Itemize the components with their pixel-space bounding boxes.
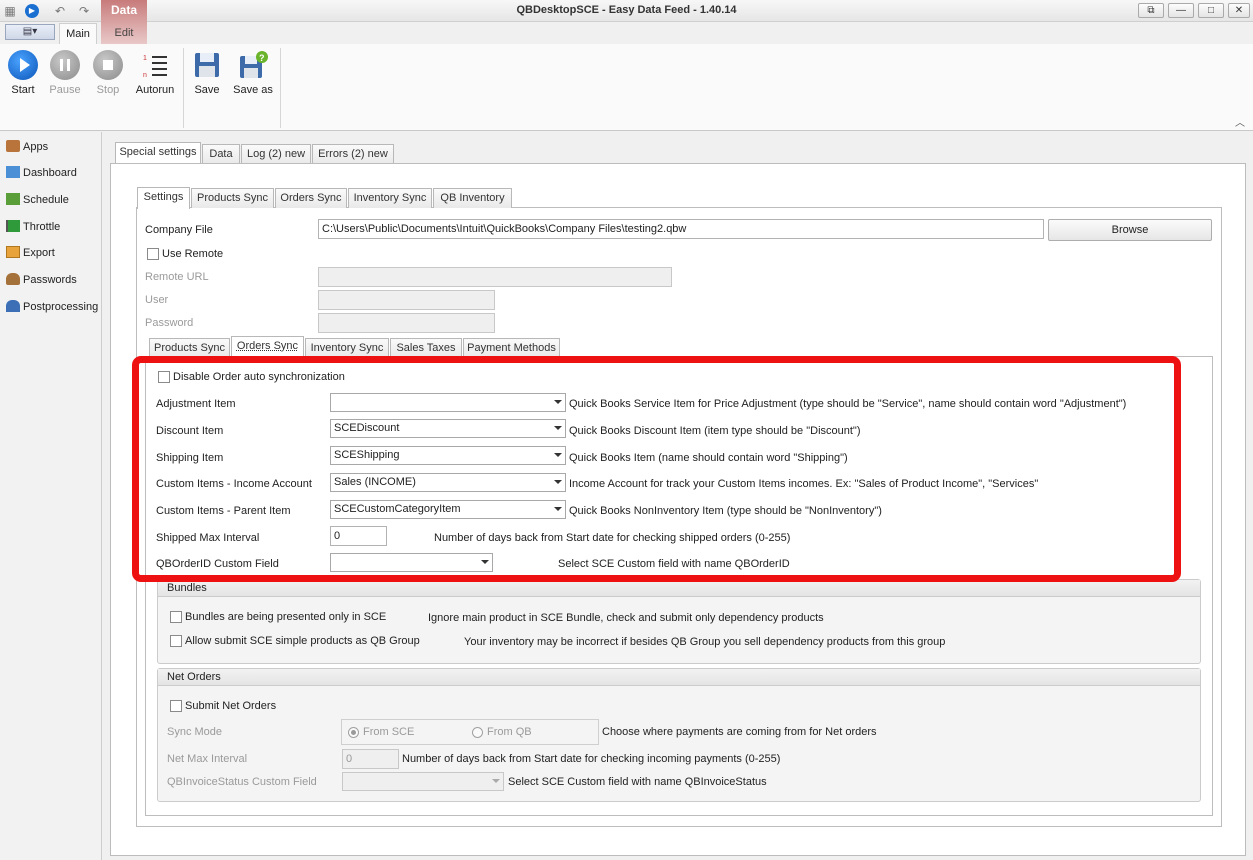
inner-tab-products-sync[interactable]: Products Sync [149,338,230,358]
sidebar-item-schedule[interactable]: Schedule [6,190,100,210]
browse-button[interactable]: Browse [1048,219,1212,241]
tab-errors[interactable]: Errors (2) new [312,144,394,164]
sidebar-item-dashboard[interactable]: Dashboard [6,163,100,183]
ribbon-group-separator [183,48,184,128]
pause-icon [50,50,80,80]
maximize-button[interactable]: □ [1198,3,1224,18]
inner-tab-inventory-sync[interactable]: Inventory Sync [305,338,389,358]
submit-as-group-hint: Your inventory may be incorrect if besid… [464,636,946,648]
sidebar-item-throttle[interactable]: Throttle [6,217,100,237]
window-title: QBDesktopSCE - Easy Data Feed - 1.40.14 [516,4,737,16]
invoice-status-hint: Select SCE Custom field with name QBInvo… [508,776,767,788]
svg-text:n: n [143,72,147,79]
company-file-input[interactable]: C:\Users\Public\Documents\Intuit\QuickBo… [318,219,1044,239]
briefcase-icon [6,140,20,152]
flag-icon [6,220,20,232]
floppy-disk-icon [192,50,222,80]
tab-qb-inventory[interactable]: QB Inventory [433,188,512,208]
inner-tab-sales-taxes[interactable]: Sales Taxes [390,338,462,358]
net-max-interval-hint: Number of days back from Start date for … [402,753,781,765]
net-max-interval-input[interactable]: 0 [342,749,399,769]
stop-icon [93,50,123,80]
tab-settings[interactable]: Settings [137,187,190,209]
tab-inventory-sync[interactable]: Inventory Sync [348,188,432,208]
list-order-icon: 1n [140,50,170,80]
tab-data[interactable]: Data [202,144,240,164]
tab-log[interactable]: Log (2) new [241,144,311,164]
tab-orders-sync[interactable]: Orders Sync [275,188,347,208]
bundles-sce-only-hint: Ignore main product in SCE Bundle, check… [428,612,824,624]
restore-layout-button[interactable]: ⧉ [1138,3,1164,18]
user-input[interactable] [318,290,495,310]
sidebar-item-export[interactable]: Export [6,243,100,263]
use-remote-checkbox[interactable] [147,248,159,260]
remote-url-label: Remote URL [145,271,209,283]
table-icon [6,246,20,258]
invoice-status-select[interactable] [342,772,504,791]
house-icon [6,166,20,178]
inner-tab-orders-sync[interactable]: Orders Sync [231,336,304,358]
tab-special-settings[interactable]: Special settings [115,142,201,164]
submit-as-group-checkbox[interactable] [170,635,182,647]
bundles-sce-only-checkbox[interactable] [170,611,182,623]
ribbon-group-separator [280,48,281,128]
calendar-icon [6,193,20,205]
tab-products-sync[interactable]: Products Sync [191,188,274,208]
use-remote-label: Use Remote [162,248,224,260]
ribbon-tab-main[interactable]: Main [59,23,97,44]
password-label: Password [145,317,194,329]
sidebar [0,132,102,860]
submit-net-orders-checkbox[interactable] [170,700,182,712]
net-orders-header: Net Orders [158,669,1200,686]
net-max-interval-label: Net Max Interval [167,753,248,765]
bundles-sce-only-label: Bundles are being presented only in SCE [185,611,387,623]
chevron-down-icon [492,779,500,783]
users-key-icon [6,273,20,285]
inner-tab-payment-methods[interactable]: Payment Methods [463,338,560,358]
submit-as-group-label: Allow submit SCE simple products as QB G… [185,635,420,647]
from-qb-radio[interactable] [472,727,483,738]
remote-url-input[interactable] [318,267,672,287]
from-sce-radio[interactable] [348,727,359,738]
sidebar-item-apps[interactable]: Apps [6,137,100,157]
ribbon-tab-edit[interactable]: Edit [101,23,147,44]
arch-icon [6,300,20,312]
sync-mode-hint: Choose where payments are coming from fo… [602,726,877,738]
svg-text:1: 1 [143,55,147,62]
svg-text:?: ? [259,53,265,63]
sync-mode-label: Sync Mode [167,726,223,738]
highlight-box [132,356,1181,582]
sidebar-item-passwords[interactable]: Passwords [6,270,100,290]
submit-net-orders-label: Submit Net Orders [185,700,277,712]
close-button[interactable]: ✕ [1228,3,1250,18]
collapse-ribbon-icon[interactable]: ︿ [1233,114,1247,129]
from-sce-label: From SCE [363,726,415,738]
company-file-label: Company File [145,224,213,236]
sidebar-item-postprocessing[interactable]: Postprocessing [6,297,100,317]
from-qb-label: From QB [487,726,532,738]
invoice-status-label: QBInvoiceStatus Custom Field [167,776,317,788]
application-menu-button[interactable]: ▤▾ [5,24,55,40]
play-icon [8,50,38,80]
user-label: User [145,294,169,306]
floppy-disk-question-icon: ? [238,50,268,80]
password-input[interactable] [318,313,495,333]
minimize-button[interactable]: — [1168,3,1194,18]
bundles-header: Bundles [158,580,1200,597]
